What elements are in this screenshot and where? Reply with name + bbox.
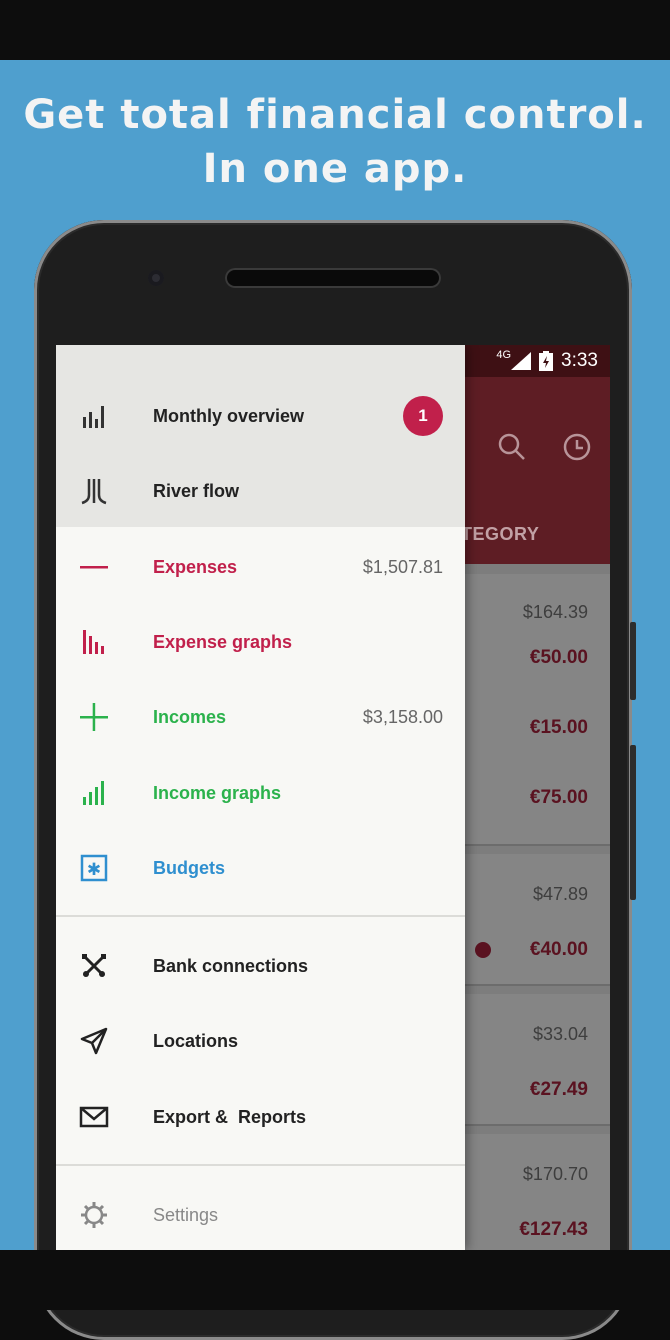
- volume-button: [630, 622, 636, 700]
- nav-item-expenses[interactable]: Expenses $1,507.81: [56, 529, 465, 605]
- phone-screen: 4G 3:33 TEGORY $164.39 €50.00 €15.00 €75…: [56, 345, 610, 1250]
- headline: Get total financial control. In one app.: [0, 88, 670, 196]
- nav-item-label: Export & Reports: [153, 1107, 307, 1127]
- mail-icon: [79, 1106, 109, 1128]
- speaker-grille: [225, 268, 441, 288]
- nav-item-bank-connections[interactable]: Bank connections: [56, 928, 465, 1004]
- tab-category[interactable]: TEGORY: [461, 524, 539, 545]
- search-icon[interactable]: [496, 431, 528, 463]
- nav-item-label: River flow: [153, 481, 240, 501]
- nav-item-label: Bank connections: [153, 956, 309, 976]
- headline-line-2: In one app.: [202, 146, 468, 192]
- navigation-drawer: Monthly overview 1 River flow Expenses $…: [56, 345, 465, 1250]
- nav-item-income-graphs[interactable]: Income graphs: [56, 755, 465, 831]
- nav-item-label: Monthly overview: [153, 406, 305, 426]
- transaction-amount: €127.43: [519, 1219, 588, 1240]
- bar-chart-icon: [83, 406, 104, 428]
- status-dot: [475, 942, 491, 958]
- transaction-amount: €15.00: [529, 717, 588, 738]
- network-label: 4G: [496, 349, 512, 361]
- nav-item-label: Settings: [153, 1205, 219, 1225]
- nav-item-export-reports[interactable]: Export & Reports: [56, 1079, 465, 1155]
- income-graph-icon: [83, 781, 104, 805]
- nav-item-incomes[interactable]: Incomes $3,158.00: [56, 679, 465, 755]
- drawer-divider: [56, 915, 465, 917]
- nav-item-settings[interactable]: Settings: [56, 1177, 465, 1250]
- expense-graph-icon: [83, 630, 104, 654]
- day-total: $164.39: [522, 602, 588, 622]
- nav-item-label: Expense graphs: [153, 632, 293, 652]
- nav-item-label: Income graphs: [153, 783, 282, 803]
- nav-item-label: Expenses: [153, 557, 238, 577]
- power-button: [630, 745, 636, 900]
- transaction-amount: €50.00: [529, 647, 588, 668]
- bottom-letterbox: [0, 1250, 670, 1310]
- nav-item-locations[interactable]: Locations: [56, 1003, 465, 1079]
- nav-item-label: Incomes: [153, 707, 227, 727]
- battery-charging-icon: [539, 351, 554, 371]
- notification-badge: 1: [403, 396, 443, 436]
- nav-item-river-flow[interactable]: River flow: [56, 453, 465, 529]
- day-total: $33.04: [532, 1024, 588, 1044]
- minus-icon: [80, 566, 108, 569]
- transaction-amount: €40.00: [529, 939, 588, 960]
- history-icon[interactable]: [561, 431, 593, 463]
- incomes-total: $3,158.00: [362, 707, 443, 727]
- day-total: $47.89: [532, 884, 588, 904]
- budget-icon: ✱: [80, 854, 108, 882]
- svg-text:✱: ✱: [87, 860, 101, 880]
- nav-item-budgets[interactable]: ✱ Budgets: [56, 830, 465, 906]
- river-flow-icon: [81, 479, 107, 505]
- transaction-amount: €75.00: [529, 787, 588, 808]
- nav-item-monthly-overview[interactable]: Monthly overview 1: [56, 378, 465, 454]
- gear-icon: [81, 1202, 107, 1228]
- nav-item-label: Budgets: [153, 858, 225, 878]
- headline-line-1: Get total financial control.: [23, 92, 647, 138]
- nav-item-label: Locations: [153, 1031, 239, 1051]
- drawer-divider: [56, 1164, 465, 1166]
- location-arrow-icon: [80, 1027, 108, 1055]
- nav-item-expense-graphs[interactable]: Expense graphs: [56, 604, 465, 680]
- signal-icon: [511, 352, 532, 370]
- front-camera: [148, 270, 164, 286]
- day-total: $170.70: [522, 1164, 588, 1184]
- plus-icon: [80, 703, 108, 731]
- clock: 3:33: [561, 350, 598, 371]
- transaction-amount: €27.49: [529, 1079, 588, 1100]
- expenses-total: $1,507.81: [362, 557, 443, 577]
- bank-connections-icon: [82, 954, 106, 978]
